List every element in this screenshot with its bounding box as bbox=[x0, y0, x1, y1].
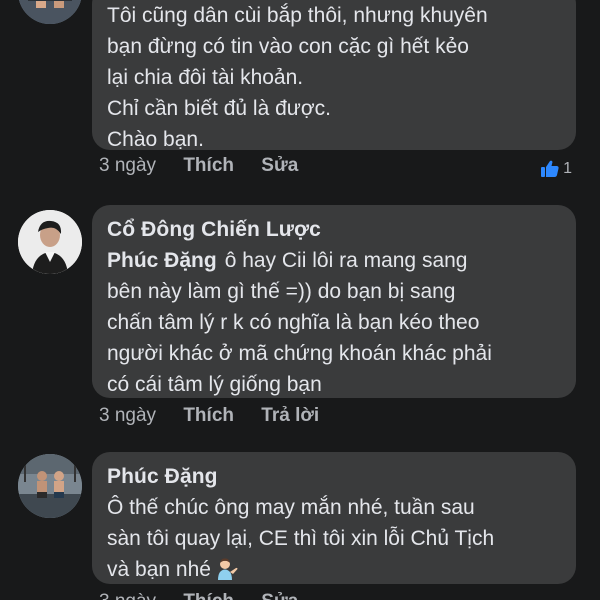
avatar-photo bbox=[18, 210, 82, 274]
comment-line: Phúc Đặng ô hay Cii lôi ra mang sang bbox=[107, 245, 560, 276]
comment-timestamp[interactable]: 3 ngày bbox=[99, 154, 156, 178]
comment-bubble: Cổ Đông Chiến Lược Phúc Đặng ô hay Cii lô… bbox=[92, 205, 576, 398]
person-tipping-hand-emoji bbox=[217, 558, 238, 580]
comment-bubble: Phúc Đặng Ô thế chúc ông may mắn nhé, tu… bbox=[92, 452, 576, 584]
comment-bubble: Tôi cũng dân cùi bắp thôi, nhưng khuyên … bbox=[92, 0, 576, 151]
comment-line: người khác ở mã chứng khoán khác phải bbox=[107, 342, 492, 365]
comment-line: và bạn nhé bbox=[107, 554, 560, 585]
edit-button[interactable]: Sửa bbox=[261, 590, 298, 600]
comment-actions: 3 ngày Thích Sửa bbox=[99, 590, 320, 600]
comment-line: bên này làm gì thế =)) do bạn bị sang bbox=[107, 280, 456, 303]
comment-line: có cái tâm lý giống bạn bbox=[107, 373, 322, 396]
comment-line: Chào bạn. bbox=[107, 128, 204, 151]
comment-line: Ô thế chúc ông may mắn nhé, tuần sau bbox=[107, 496, 475, 519]
comment-timestamp[interactable]: 3 ngày bbox=[99, 404, 156, 428]
comment-text: Phúc Đặng ô hay Cii lôi ra mang sang bên … bbox=[107, 245, 560, 400]
comment-timestamp[interactable]: 3 ngày bbox=[99, 590, 156, 600]
avatar-photo bbox=[18, 454, 82, 518]
comment-actions: 3 ngày Thích Trả lời bbox=[99, 404, 341, 428]
comment-author[interactable]: Phúc Đặng bbox=[107, 462, 560, 492]
avatar[interactable] bbox=[18, 210, 82, 274]
edit-button[interactable]: Sửa bbox=[261, 154, 298, 178]
comment-line: Chỉ cần biết đủ là được. bbox=[107, 97, 331, 120]
reaction-count: 1 bbox=[563, 160, 572, 177]
reply-button[interactable]: Trả lời bbox=[261, 404, 319, 428]
comment-thread: Tôi cũng dân cùi bắp thôi, nhưng khuyên … bbox=[0, 0, 600, 600]
comment-line: lại chia đôi tài khoản. bbox=[107, 66, 304, 89]
comment-text: Ô thế chúc ông may mắn nhé, tuần sau sàn… bbox=[107, 492, 560, 585]
like-button[interactable]: Thích bbox=[183, 404, 234, 428]
avatar-photo bbox=[18, 0, 82, 24]
like-icon bbox=[541, 160, 559, 177]
comment-line: chấn tâm lý r k có nghĩa là bạn kéo theo bbox=[107, 311, 480, 334]
mention-link[interactable]: Phúc Đặng bbox=[107, 249, 217, 272]
like-button[interactable]: Thích bbox=[183, 154, 234, 178]
comment-author[interactable]: Cổ Đông Chiến Lược bbox=[107, 215, 560, 245]
comment-line: Tôi cũng dân cùi bắp thôi, nhưng khuyên bbox=[107, 4, 488, 27]
comment-line-rest: ô hay Cii lôi ra mang sang bbox=[224, 249, 468, 272]
comment-line-text: và bạn nhé bbox=[107, 558, 211, 581]
like-button[interactable]: Thích bbox=[183, 590, 234, 600]
comment-actions: 3 ngày Thích Sửa bbox=[99, 154, 320, 178]
avatar[interactable] bbox=[18, 454, 82, 518]
comment-line: bạn đừng có tin vào con cặc gì hết kẻo bbox=[107, 35, 469, 58]
comment-line: sàn tôi quay lại, CE thì tôi xin lỗi Chủ… bbox=[107, 527, 495, 550]
avatar[interactable] bbox=[18, 0, 82, 24]
reaction-summary[interactable]: 1 bbox=[539, 158, 572, 180]
comment-text: Tôi cũng dân cùi bắp thôi, nhưng khuyên … bbox=[107, 0, 560, 155]
